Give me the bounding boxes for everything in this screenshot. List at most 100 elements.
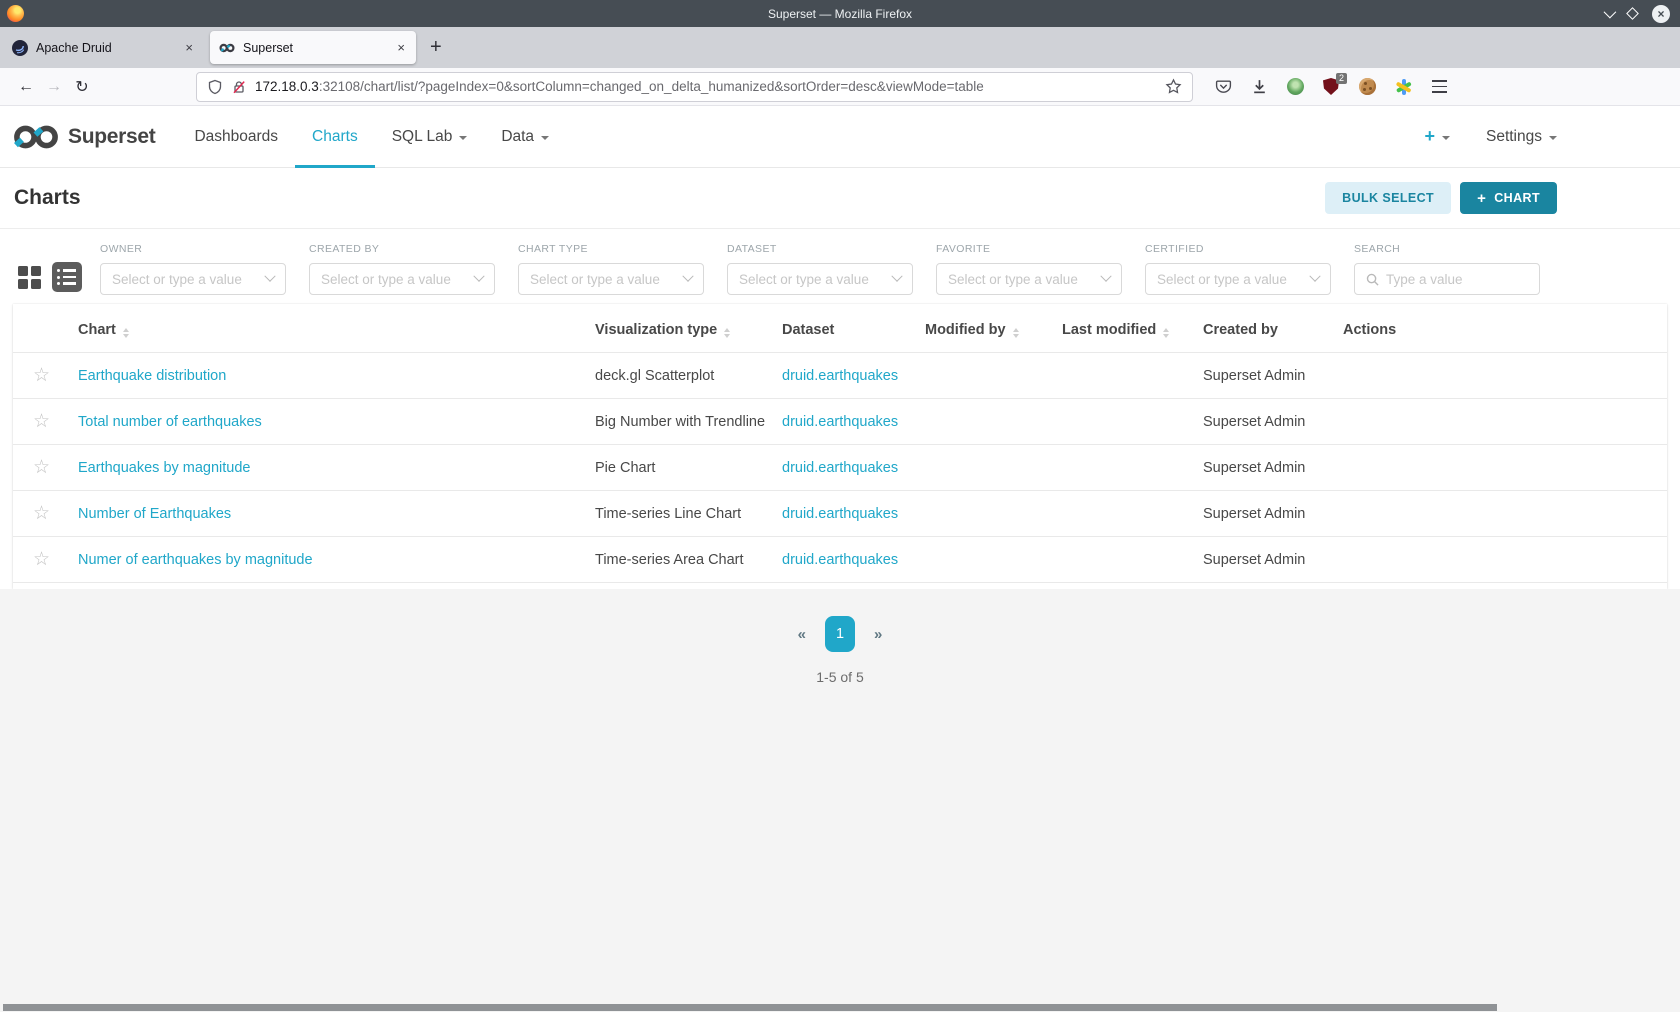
chevron-down-icon	[1309, 271, 1320, 282]
ublock-shield-icon[interactable]: 2	[1321, 77, 1341, 97]
nav-right: + Settings	[1424, 106, 1680, 167]
caret-down-icon	[1549, 136, 1557, 140]
settings-menu[interactable]: Settings	[1486, 128, 1557, 146]
favorite-star-icon[interactable]: ☆	[33, 365, 50, 386]
charts-table: Chart Visualization type Dataset Modifie…	[13, 304, 1667, 583]
window-titlebar: Superset — Mozilla Firefox ×	[0, 0, 1680, 27]
menu-hamburger-icon[interactable]	[1429, 77, 1449, 97]
pagination: « 1 »	[798, 616, 883, 652]
filter-created-by: CREATED BY Select or type a value	[309, 243, 495, 295]
tab-superset[interactable]: Superset ×	[210, 31, 416, 64]
chart-link[interactable]: Earthquake distribution	[78, 368, 226, 384]
favorite-star-icon[interactable]: ☆	[33, 411, 50, 432]
favorite-select[interactable]: Select or type a value	[936, 263, 1122, 295]
druid-favicon-icon	[12, 40, 28, 56]
url-bar[interactable]: 172.18.0.3:32108/chart/list/?pageIndex=0…	[196, 72, 1193, 102]
certified-select[interactable]: Select or type a value	[1145, 263, 1331, 295]
tab-close-icon[interactable]: ×	[183, 40, 195, 55]
filter-label: CREATED BY	[309, 243, 495, 255]
created-by: Superset Admin	[1203, 414, 1305, 430]
col-chart[interactable]: Chart	[70, 304, 587, 353]
col-modified-by[interactable]: Modified by	[917, 304, 1054, 353]
dataset-link[interactable]: druid.earthquakes	[782, 414, 898, 430]
search-input[interactable]	[1386, 272, 1528, 287]
new-tab-button[interactable]: +	[430, 36, 442, 59]
cookie-extension-icon[interactable]	[1357, 77, 1377, 97]
caret-down-icon	[541, 136, 549, 140]
dataset-select[interactable]: Select or type a value	[727, 263, 913, 295]
owner-select[interactable]: Select or type a value	[100, 263, 286, 295]
superset-brand[interactable]: Superset	[12, 106, 155, 167]
nav-item-dashboards[interactable]: Dashboards	[177, 106, 295, 167]
dataset-link[interactable]: druid.earthquakes	[782, 460, 898, 476]
filter-label: CHART TYPE	[518, 243, 704, 255]
sort-carets-icon[interactable]	[724, 328, 730, 338]
dataset-link[interactable]: druid.earthquakes	[782, 506, 898, 522]
browser-toolbar: ← → ↻ 172.18.0.3:32108/chart/list/?pageI…	[0, 68, 1680, 106]
extension-green-icon[interactable]	[1285, 77, 1305, 97]
table-row: ☆ Earthquakes by magnitude Pie Chart dru…	[13, 445, 1667, 491]
window-close-icon[interactable]: ×	[1652, 5, 1670, 23]
row-count: 1-5 of 5	[816, 669, 863, 685]
favorite-star-icon[interactable]: ☆	[33, 549, 50, 570]
col-visualization-type[interactable]: Visualization type	[587, 304, 774, 353]
charts-list-section: Chart Visualization type Dataset Modifie…	[0, 295, 1680, 589]
filter-chart-type: CHART TYPE Select or type a value	[518, 243, 704, 295]
favorite-star-icon[interactable]: ☆	[33, 503, 50, 524]
url-path: :32108/chart/list/?pageIndex=0&sortColum…	[319, 79, 984, 94]
list-view-toggle-icon[interactable]	[52, 262, 82, 292]
pagination-next-button[interactable]: »	[874, 626, 882, 643]
window-minimize-icon[interactable]	[1604, 6, 1617, 19]
toolbar-extensions: 2	[1213, 77, 1449, 97]
favorite-star-icon[interactable]: ☆	[33, 457, 50, 478]
created-by-select[interactable]: Select or type a value	[309, 263, 495, 295]
downloads-icon[interactable]	[1249, 77, 1269, 97]
chart-link[interactable]: Earthquakes by magnitude	[78, 460, 251, 476]
viz-type: deck.gl Scatterplot	[595, 368, 714, 384]
filter-owner: OWNER Select or type a value	[100, 243, 286, 295]
created-by: Superset Admin	[1203, 506, 1305, 522]
chevron-down-icon	[891, 271, 902, 282]
col-dataset: Dataset	[774, 304, 917, 353]
superset-navbar: Superset Dashboards Charts SQL Lab Data …	[0, 106, 1680, 168]
url-text[interactable]: 172.18.0.3:32108/chart/list/?pageIndex=0…	[255, 79, 984, 94]
nav-item-sql-lab[interactable]: SQL Lab	[375, 106, 485, 167]
pocket-icon[interactable]	[1213, 77, 1233, 97]
dataset-link[interactable]: druid.earthquakes	[782, 368, 898, 384]
filters-bar: OWNER Select or type a value CREATED BY …	[0, 229, 1680, 295]
dataset-link[interactable]: druid.earthquakes	[782, 552, 898, 568]
card-view-toggle-icon[interactable]	[18, 266, 41, 289]
bookmark-star-icon[interactable]	[1165, 78, 1182, 95]
tracking-protection-shield-icon[interactable]	[207, 79, 223, 95]
plus-icon: +	[1477, 190, 1486, 207]
nav-item-data[interactable]: Data	[484, 106, 566, 167]
chart-link[interactable]: Numer of earthquakes by magnitude	[78, 552, 313, 568]
nav-item-charts[interactable]: Charts	[295, 106, 375, 167]
sort-carets-icon[interactable]	[1013, 328, 1019, 338]
window-maximize-icon[interactable]	[1626, 7, 1639, 20]
bulk-select-button[interactable]: BULK SELECT	[1325, 182, 1451, 214]
forward-button[interactable]: →	[40, 78, 68, 96]
charts-table-card: Chart Visualization type Dataset Modifie…	[13, 304, 1667, 589]
sort-carets-icon[interactable]	[123, 328, 129, 338]
sort-carets-icon[interactable]	[1163, 328, 1169, 338]
chart-link[interactable]: Number of Earthquakes	[78, 506, 231, 522]
new-item-plus-button[interactable]: +	[1424, 126, 1450, 147]
new-chart-button[interactable]: + CHART	[1460, 182, 1557, 214]
chart-link[interactable]: Total number of earthquakes	[78, 414, 262, 430]
insecure-lock-icon[interactable]	[231, 79, 247, 95]
back-button[interactable]: ←	[12, 78, 40, 96]
window-title: Superset — Mozilla Firefox	[0, 7, 1680, 21]
tab-close-icon[interactable]: ×	[395, 40, 407, 55]
tab-apache-druid[interactable]: Apache Druid ×	[3, 31, 204, 64]
extension-colorful-icon[interactable]	[1393, 77, 1413, 97]
pagination-page-1[interactable]: 1	[825, 616, 855, 652]
horizontal-scrollbar-thumb[interactable]	[3, 1004, 1497, 1011]
page-title: Charts	[14, 186, 81, 210]
col-last-modified[interactable]: Last modified	[1054, 304, 1195, 353]
chevron-down-icon	[264, 271, 275, 282]
reload-button[interactable]: ↻	[68, 77, 96, 97]
search-input-wrap	[1354, 263, 1540, 295]
chart-type-select[interactable]: Select or type a value	[518, 263, 704, 295]
pagination-prev-button[interactable]: «	[798, 626, 806, 643]
